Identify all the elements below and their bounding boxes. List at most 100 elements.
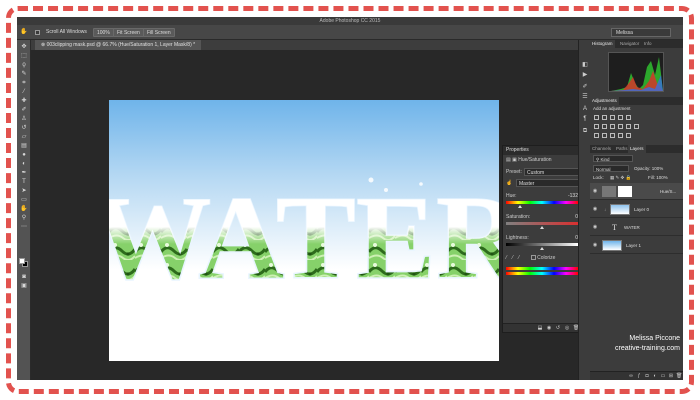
opacity-field[interactable]: Opacity: 100% <box>634 166 663 171</box>
layer-filter-kind[interactable]: ⚲ Kind <box>593 155 633 162</box>
properties-icon[interactable]: ☰ <box>581 94 589 101</box>
blend-mode-select[interactable]: Normal <box>593 165 629 172</box>
channel-mixer-icon[interactable] <box>626 124 631 129</box>
screen-mode-icon[interactable]: ▣ <box>20 283 28 290</box>
eye-icon[interactable]: ◉ <box>592 242 598 248</box>
curves-icon[interactable] <box>610 115 615 120</box>
exposure-icon[interactable] <box>618 115 623 120</box>
document-canvas[interactable]: WATER WATER <box>109 100 499 361</box>
levels-icon[interactable] <box>602 115 607 120</box>
fit-screen-button[interactable]: Fit Screen <box>113 28 144 37</box>
colorize-checkbox[interactable] <box>530 255 536 261</box>
preset-select[interactable]: Custom <box>524 168 582 176</box>
selective-color-icon[interactable] <box>626 133 631 138</box>
paragraph-icon[interactable]: ¶ <box>581 116 589 123</box>
foreground-color-swatch[interactable] <box>19 258 25 264</box>
eyedropper-plus-icon[interactable]: ⁄ <box>512 255 513 261</box>
visibility-icon[interactable]: ◎ <box>564 325 570 331</box>
dodge-tool-icon[interactable]: ◐ <box>20 161 28 168</box>
more-tools-icon[interactable]: ⋯ <box>20 224 28 231</box>
trash-icon[interactable]: 🗑 <box>676 373 682 379</box>
eye-icon[interactable]: ◉ <box>592 206 598 212</box>
move-tool-icon[interactable]: ✥ <box>20 44 28 51</box>
hue-slider-track[interactable] <box>506 201 578 204</box>
targeted-adjust-icon[interactable]: ☝ <box>506 180 512 186</box>
hue-value[interactable]: -132 <box>568 192 578 200</box>
hue-slider-thumb[interactable] <box>518 205 522 208</box>
workspace-select[interactable]: Melissa <box>611 28 671 37</box>
tab-channels[interactable]: Channels <box>590 145 613 153</box>
link-icon[interactable]: ∞ <box>628 373 634 379</box>
eyedropper-icon[interactable]: ⁄ <box>506 255 507 261</box>
lightness-slider-track[interactable] <box>506 243 578 246</box>
type-tool-icon[interactable]: T <box>20 179 28 186</box>
history-brush-icon[interactable]: ↺ <box>20 125 28 132</box>
pen-tool-icon[interactable]: ✒ <box>20 170 28 177</box>
vibrance-icon[interactable] <box>626 115 631 120</box>
hand-tool-icon[interactable]: ✋ <box>20 29 28 36</box>
eye-icon[interactable]: ◉ <box>592 188 598 194</box>
saturation-slider-thumb[interactable] <box>540 226 544 229</box>
lightness-slider-thumb[interactable] <box>540 247 544 250</box>
zoom-tool-icon[interactable]: ⚲ <box>20 215 28 222</box>
tab-adjustments[interactable]: Adjustments <box>590 97 619 105</box>
tab-layers[interactable]: Layers <box>628 145 646 153</box>
fx-icon[interactable]: ƒ <box>636 373 642 379</box>
healing-tool-icon[interactable]: ✚ <box>20 98 28 105</box>
view-previous-icon[interactable]: ◉ <box>546 325 552 331</box>
lock-icons[interactable]: ▦ ✎ ✥ 🔒 <box>610 175 631 181</box>
brush-presets-icon[interactable]: ✐ <box>581 84 589 91</box>
add-mask-icon[interactable]: ◘ <box>644 373 650 379</box>
reset-icon[interactable]: ↺ <box>555 325 561 331</box>
blur-tool-icon[interactable]: ● <box>20 152 28 159</box>
lasso-tool-icon[interactable]: ϙ <box>20 62 28 69</box>
fill-screen-button[interactable]: Fill Screen <box>143 28 175 37</box>
eraser-tool-icon[interactable]: ▱ <box>20 134 28 141</box>
tab-info[interactable]: Info <box>642 40 654 48</box>
eyedropper-minus-icon[interactable]: ⁄ <box>518 255 519 261</box>
layer-row-water[interactable]: ◉ T WATER <box>590 219 683 236</box>
gradient-tool-icon[interactable]: ▤ <box>20 143 28 150</box>
tab-navigator[interactable]: Navigator <box>618 40 641 48</box>
brightness-icon[interactable] <box>594 115 599 120</box>
eye-icon[interactable]: ◉ <box>592 224 598 230</box>
color-lookup-icon[interactable] <box>634 124 639 129</box>
saturation-slider-track[interactable] <box>506 222 578 225</box>
quick-select-tool-icon[interactable]: ✎ <box>20 71 28 78</box>
black-white-icon[interactable] <box>610 124 615 129</box>
channel-select[interactable]: Master <box>516 179 582 187</box>
stamp-tool-icon[interactable]: ♙ <box>20 116 28 123</box>
clip-to-layer-icon[interactable]: ⬓ <box>537 325 543 331</box>
path-select-icon[interactable]: ➤ <box>20 188 28 195</box>
gradient-map-icon[interactable] <box>618 133 623 138</box>
threshold-icon[interactable] <box>610 133 615 138</box>
fill-field[interactable]: Fill: 100% <box>648 175 668 180</box>
character-icon[interactable]: A <box>581 106 589 113</box>
hue-sat-adjust-icon[interactable] <box>594 124 599 129</box>
scroll-all-checkbox[interactable] <box>35 30 40 35</box>
layer-row-layer-1[interactable]: ◉ Layer 1 <box>590 237 683 254</box>
hand-tool-icon[interactable]: ✋ <box>20 206 28 213</box>
invert-icon[interactable] <box>594 133 599 138</box>
layer-row-hue-saturation[interactable]: ◉ Hue/S... <box>590 183 683 200</box>
quick-mask-icon[interactable]: ◙ <box>20 274 28 281</box>
brush-tool-icon[interactable]: ✐ <box>20 107 28 114</box>
tab-histogram[interactable]: Histogram <box>590 40 615 48</box>
layer-mask-thumb[interactable] <box>618 186 632 197</box>
actions-icon[interactable]: ▶ <box>581 72 589 79</box>
document-tab[interactable]: ⊗ 003clipping mask.psd @ 66.7% (Hue/Satu… <box>35 40 202 50</box>
clone-source-icon[interactable]: ⧉ <box>581 128 589 135</box>
history-icon[interactable]: ◧ <box>581 62 589 69</box>
new-layer-icon[interactable]: ⊞ <box>668 373 674 379</box>
color-balance-icon[interactable] <box>602 124 607 129</box>
layer-row-layer-0[interactable]: ◉ ↓ Layer 0 <box>590 201 683 218</box>
shape-tool-icon[interactable]: ▭ <box>20 197 28 204</box>
new-adjustment-icon[interactable]: ◐ <box>652 373 658 379</box>
marquee-tool-icon[interactable]: ⬚ <box>20 53 28 60</box>
eyedropper-tool-icon[interactable]: ⁄ <box>20 89 28 96</box>
crop-tool-icon[interactable]: ⌗ <box>20 80 28 87</box>
folder-icon[interactable]: ▭ <box>660 373 666 379</box>
photo-filter-icon[interactable] <box>618 124 623 129</box>
posterize-icon[interactable] <box>602 133 607 138</box>
zoom-100-button[interactable]: 100% <box>93 28 114 37</box>
